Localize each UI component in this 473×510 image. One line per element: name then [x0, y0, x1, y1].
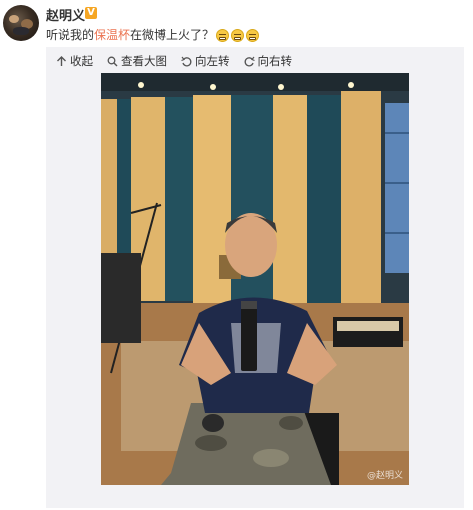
verified-badge-icon: V — [85, 7, 97, 19]
post-text-after: 在微博上火了？ — [130, 28, 215, 42]
collapse-label: 收起 — [70, 54, 93, 68]
studio-photo-illustration — [101, 73, 409, 485]
post-text-before: 听说我的 — [46, 28, 95, 42]
grimace-face-icon — [231, 29, 245, 42]
hashtag-link[interactable]: 保温杯 — [94, 28, 130, 42]
grimace-face-icon — [246, 29, 260, 42]
collapse-up-icon — [57, 55, 66, 66]
rotate-left-icon — [181, 56, 192, 66]
grimace-face-icon — [216, 29, 230, 42]
rotate-right-button[interactable]: 向右转 — [244, 53, 293, 69]
rotate-left-button[interactable]: 向左转 — [181, 53, 230, 69]
avatar[interactable] — [3, 5, 39, 41]
username[interactable]: 赵明义 — [46, 5, 85, 24]
media-toolbar: 收起 查看大图 向左转 向右转 — [56, 53, 292, 69]
photo-watermark: @赵明义 — [366, 471, 403, 481]
rotate-left-label: 向左转 — [195, 54, 230, 68]
view-large-label: 查看大图 — [121, 54, 167, 68]
rotate-right-icon — [244, 56, 255, 66]
view-large-button[interactable]: 查看大图 — [107, 53, 167, 69]
post-photo[interactable]: @赵明义 — [101, 73, 409, 485]
post-text: 听说我的保温杯在微博上火了？ — [46, 26, 260, 43]
search-icon — [107, 56, 118, 66]
media-panel: 收起 查看大图 向左转 向右转 @赵明义 — [46, 47, 464, 508]
rotate-right-label: 向右转 — [257, 54, 293, 68]
collapse-button[interactable]: 收起 — [56, 53, 93, 69]
